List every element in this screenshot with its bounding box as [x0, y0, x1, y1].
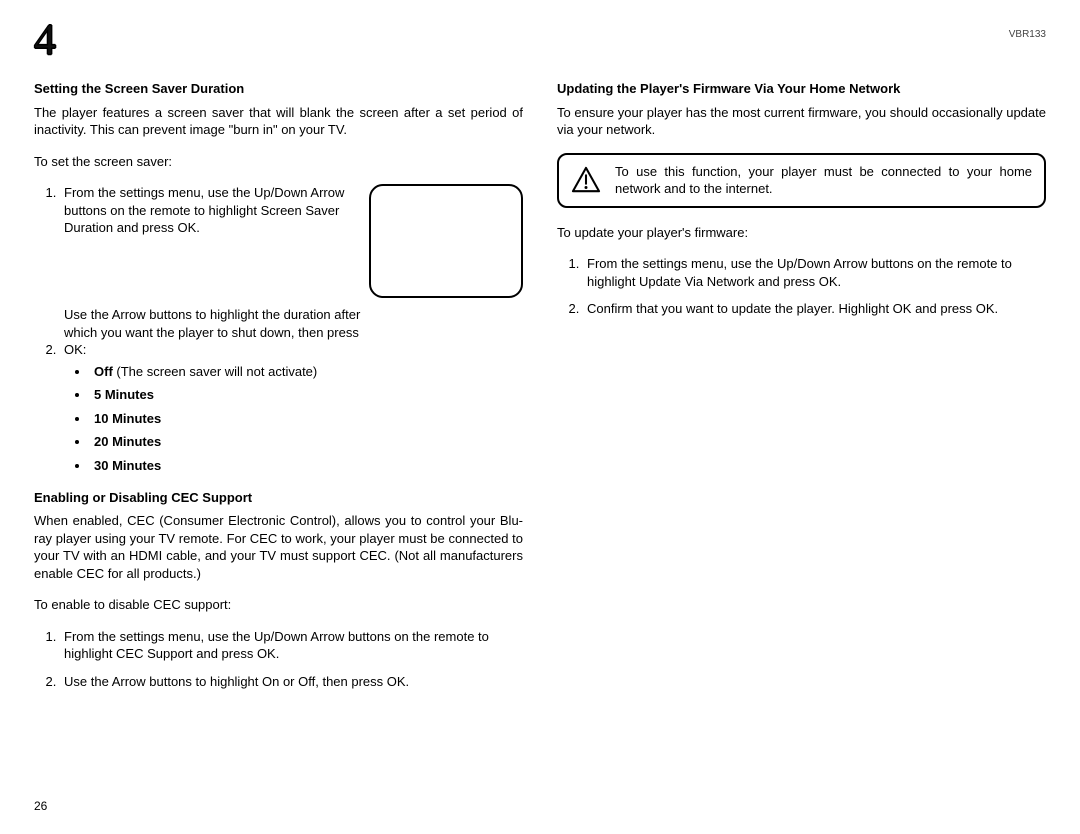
option-off-bold: Off — [94, 364, 113, 379]
list-item: Off (The screen saver will not activate) — [90, 363, 523, 381]
ordered-steps: From the settings menu, use the Up/Down … — [557, 255, 1046, 318]
list-item: 5 Minutes — [90, 386, 523, 404]
body-text: When enabled, CEC (Consumer Electronic C… — [34, 512, 523, 582]
list-item: From the settings menu, use the Up/Down … — [583, 255, 1046, 290]
left-column: Setting the Screen Saver Duration The pl… — [34, 80, 523, 704]
ordered-steps: Use the Arrow buttons to highlight the d… — [34, 306, 523, 474]
list-item: 30 Minutes — [90, 457, 523, 475]
lead-text: To enable to disable CEC support: — [34, 596, 523, 614]
page-header: 4 VBR133 — [34, 18, 1046, 62]
section-heading: Enabling or Disabling CEC Support — [34, 489, 523, 507]
step-with-figure: From the settings menu, use the Up/Down … — [34, 184, 523, 306]
note-callout: To use this function, your player must b… — [557, 153, 1046, 208]
content-columns: Setting the Screen Saver Duration The pl… — [34, 80, 1046, 704]
list-item: Use the Arrow buttons to highlight On or… — [60, 673, 523, 691]
list-item: Confirm that you want to update the play… — [583, 300, 1046, 318]
warning-icon — [571, 166, 601, 194]
list-item: From the settings menu, use the Up/Down … — [60, 628, 523, 663]
ordered-steps: From the settings menu, use the Up/Down … — [34, 628, 523, 691]
list-item: 10 Minutes — [90, 410, 523, 428]
options-list: Off (The screen saver will not activate)… — [64, 363, 523, 475]
note-text: To use this function, your player must b… — [615, 163, 1032, 198]
chapter-number: 4 — [34, 18, 56, 62]
figure-placeholder — [369, 184, 523, 298]
list-item: From the settings menu, use the Up/Down … — [60, 184, 364, 237]
list-item: 20 Minutes — [90, 433, 523, 451]
body-text: To ensure your player has the most curre… — [557, 104, 1046, 139]
lead-text: To set the screen saver: — [34, 153, 523, 171]
right-column: Updating the Player's Firmware Via Your … — [557, 80, 1046, 704]
section-heading: Setting the Screen Saver Duration — [34, 80, 523, 98]
option-off-rest: (The screen saver will not activate) — [113, 364, 317, 379]
lead-text: To update your player's firmware: — [557, 224, 1046, 242]
list-item: Use the Arrow buttons to highlight the d… — [60, 306, 523, 474]
step-text: Use the Arrow buttons to highlight the d… — [64, 306, 364, 359]
section-heading: Updating the Player's Firmware Via Your … — [557, 80, 1046, 98]
model-code: VBR133 — [1009, 28, 1046, 42]
page-number: 26 — [34, 798, 47, 814]
manual-page: 4 VBR133 Setting the Screen Saver Durati… — [0, 0, 1080, 834]
body-text: The player features a screen saver that … — [34, 104, 523, 139]
